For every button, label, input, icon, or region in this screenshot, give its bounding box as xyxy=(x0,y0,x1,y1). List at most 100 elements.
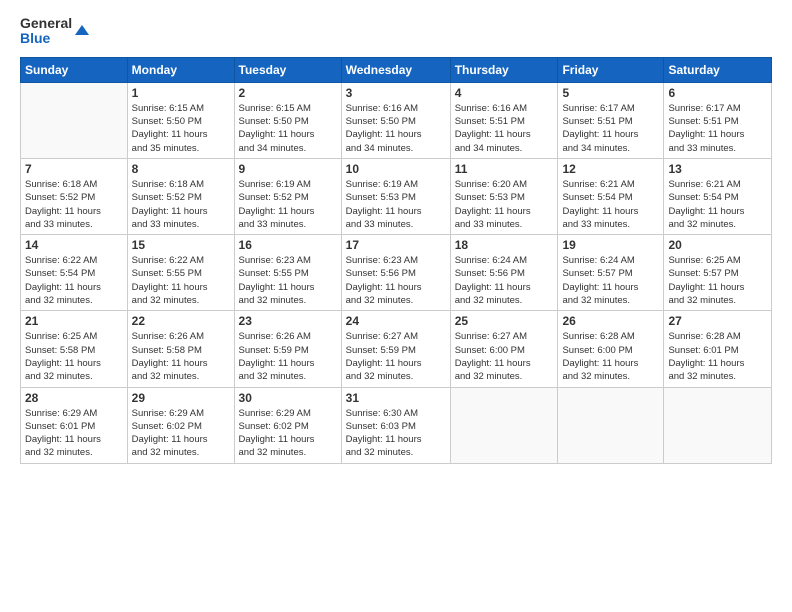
day-number: 24 xyxy=(346,314,446,328)
day-info: Sunrise: 6:19 AM Sunset: 5:52 PM Dayligh… xyxy=(239,178,337,231)
day-number: 1 xyxy=(132,86,230,100)
calendar-cell: 18 Sunrise: 6:24 AM Sunset: 5:56 PM Dayli… xyxy=(450,235,558,311)
calendar-cell: 11Sunrise: 6:20 AM Sunset: 5:53 PM Dayli… xyxy=(450,158,558,234)
calendar-cell: 15 Sunrise: 6:22 AM Sunset: 5:55 PM Dayli… xyxy=(127,235,234,311)
day-number: 28 xyxy=(25,391,123,405)
calendar-cell: 23 Sunrise: 6:26 AM Sunset: 5:59 PM Dayli… xyxy=(234,311,341,387)
calendar-cell: 14Sunrise: 6:22 AM Sunset: 5:54 PM Dayli… xyxy=(21,235,128,311)
logo-blue: Blue xyxy=(20,31,72,46)
day-number: 14 xyxy=(25,238,123,252)
calendar-cell: 13 Sunrise: 6:21 AM Sunset: 5:54 PM Dayli… xyxy=(664,158,772,234)
day-number: 21 xyxy=(25,314,123,328)
day-number: 2 xyxy=(239,86,337,100)
day-number: 27 xyxy=(668,314,767,328)
day-number: 31 xyxy=(346,391,446,405)
calendar-cell: 28 Sunrise: 6:29 AM Sunset: 6:01 PM Dayli… xyxy=(21,387,128,463)
day-info: Sunrise: 6:24 AM Sunset: 5:57 PM Dayligh… xyxy=(562,254,659,307)
calendar-cell: 29 Sunrise: 6:29 AM Sunset: 6:02 PM Dayli… xyxy=(127,387,234,463)
header-sunday: Sunday xyxy=(21,57,128,82)
header-monday: Monday xyxy=(127,57,234,82)
logo-general: General xyxy=(20,16,72,31)
day-info: Sunrise: 6:29 AM Sunset: 6:02 PM Dayligh… xyxy=(239,407,337,460)
day-info: Sunrise: 6:15 AM Sunset: 5:50 PM Dayligh… xyxy=(132,102,230,155)
day-number: 8 xyxy=(132,162,230,176)
day-number: 16 xyxy=(239,238,337,252)
logo: General Blue xyxy=(20,16,72,47)
day-info: Sunrise: 6:28 AM Sunset: 6:01 PM Dayligh… xyxy=(668,330,767,383)
day-number: 25 xyxy=(455,314,554,328)
day-number: 7 xyxy=(25,162,123,176)
day-number: 11 xyxy=(455,162,554,176)
calendar-cell: 25 Sunrise: 6:27 AM Sunset: 6:00 PM Dayli… xyxy=(450,311,558,387)
day-number: 5 xyxy=(562,86,659,100)
day-number: 6 xyxy=(668,86,767,100)
calendar-cell: 6 Sunrise: 6:17 AM Sunset: 5:51 PM Daylig… xyxy=(664,82,772,158)
day-number: 30 xyxy=(239,391,337,405)
header-tuesday: Tuesday xyxy=(234,57,341,82)
calendar-cell: 16 Sunrise: 6:23 AM Sunset: 5:55 PM Dayli… xyxy=(234,235,341,311)
calendar-cell: 8 Sunrise: 6:18 AM Sunset: 5:52 PM Daylig… xyxy=(127,158,234,234)
week-row-1: 1 Sunrise: 6:15 AM Sunset: 5:50 PM Daylig… xyxy=(21,82,772,158)
day-info: Sunrise: 6:29 AM Sunset: 6:01 PM Dayligh… xyxy=(25,407,123,460)
calendar-cell xyxy=(558,387,664,463)
header-saturday: Saturday xyxy=(664,57,772,82)
day-info: Sunrise: 6:26 AM Sunset: 5:59 PM Dayligh… xyxy=(239,330,337,383)
day-info: Sunrise: 6:19 AM Sunset: 5:53 PM Dayligh… xyxy=(346,178,446,231)
day-info: Sunrise: 6:18 AM Sunset: 5:52 PM Dayligh… xyxy=(132,178,230,231)
calendar-cell: 24 Sunrise: 6:27 AM Sunset: 5:59 PM Dayli… xyxy=(341,311,450,387)
day-info: Sunrise: 6:24 AM Sunset: 5:56 PM Dayligh… xyxy=(455,254,554,307)
day-info: Sunrise: 6:23 AM Sunset: 5:56 PM Dayligh… xyxy=(346,254,446,307)
day-info: Sunrise: 6:30 AM Sunset: 6:03 PM Dayligh… xyxy=(346,407,446,460)
day-number: 15 xyxy=(132,238,230,252)
page: General Blue SundayMondayTuesdayWednesda… xyxy=(0,0,792,612)
day-number: 12 xyxy=(562,162,659,176)
day-number: 3 xyxy=(346,86,446,100)
day-info: Sunrise: 6:22 AM Sunset: 5:55 PM Dayligh… xyxy=(132,254,230,307)
calendar-cell: 31 Sunrise: 6:30 AM Sunset: 6:03 PM Dayli… xyxy=(341,387,450,463)
calendar-cell: 1 Sunrise: 6:15 AM Sunset: 5:50 PM Daylig… xyxy=(127,82,234,158)
calendar-cell: 7 Sunrise: 6:18 AM Sunset: 5:52 PM Daylig… xyxy=(21,158,128,234)
day-number: 13 xyxy=(668,162,767,176)
day-info: Sunrise: 6:21 AM Sunset: 5:54 PM Dayligh… xyxy=(668,178,767,231)
calendar-cell: 5 Sunrise: 6:17 AM Sunset: 5:51 PM Daylig… xyxy=(558,82,664,158)
calendar-cell: 10 Sunrise: 6:19 AM Sunset: 5:53 PM Dayli… xyxy=(341,158,450,234)
day-number: 23 xyxy=(239,314,337,328)
calendar-cell: 30 Sunrise: 6:29 AM Sunset: 6:02 PM Dayli… xyxy=(234,387,341,463)
day-number: 26 xyxy=(562,314,659,328)
day-info: Sunrise: 6:27 AM Sunset: 6:00 PM Dayligh… xyxy=(455,330,554,383)
calendar-cell: 4Sunrise: 6:16 AM Sunset: 5:51 PM Daylig… xyxy=(450,82,558,158)
header: General Blue xyxy=(20,16,772,47)
day-info: Sunrise: 6:27 AM Sunset: 5:59 PM Dayligh… xyxy=(346,330,446,383)
calendar-cell xyxy=(450,387,558,463)
day-number: 9 xyxy=(239,162,337,176)
day-info: Sunrise: 6:16 AM Sunset: 5:51 PM Dayligh… xyxy=(455,102,554,155)
calendar-cell: 19Sunrise: 6:24 AM Sunset: 5:57 PM Dayli… xyxy=(558,235,664,311)
calendar-cell: 12 Sunrise: 6:21 AM Sunset: 5:54 PM Dayli… xyxy=(558,158,664,234)
calendar-cell: 17 Sunrise: 6:23 AM Sunset: 5:56 PM Dayli… xyxy=(341,235,450,311)
day-info: Sunrise: 6:25 AM Sunset: 5:57 PM Dayligh… xyxy=(668,254,767,307)
calendar-cell: 9 Sunrise: 6:19 AM Sunset: 5:52 PM Daylig… xyxy=(234,158,341,234)
day-info: Sunrise: 6:29 AM Sunset: 6:02 PM Dayligh… xyxy=(132,407,230,460)
calendar-cell: 21Sunrise: 6:25 AM Sunset: 5:58 PM Dayli… xyxy=(21,311,128,387)
day-number: 20 xyxy=(668,238,767,252)
day-info: Sunrise: 6:16 AM Sunset: 5:50 PM Dayligh… xyxy=(346,102,446,155)
day-info: Sunrise: 6:18 AM Sunset: 5:52 PM Dayligh… xyxy=(25,178,123,231)
header-wednesday: Wednesday xyxy=(341,57,450,82)
week-row-2: 7 Sunrise: 6:18 AM Sunset: 5:52 PM Daylig… xyxy=(21,158,772,234)
day-number: 29 xyxy=(132,391,230,405)
calendar-cell: 27 Sunrise: 6:28 AM Sunset: 6:01 PM Dayli… xyxy=(664,311,772,387)
day-number: 18 xyxy=(455,238,554,252)
calendar-cell: 2Sunrise: 6:15 AM Sunset: 5:50 PM Daylig… xyxy=(234,82,341,158)
day-number: 17 xyxy=(346,238,446,252)
day-info: Sunrise: 6:17 AM Sunset: 5:51 PM Dayligh… xyxy=(668,102,767,155)
header-thursday: Thursday xyxy=(450,57,558,82)
day-number: 10 xyxy=(346,162,446,176)
week-row-4: 21Sunrise: 6:25 AM Sunset: 5:58 PM Dayli… xyxy=(21,311,772,387)
day-info: Sunrise: 6:26 AM Sunset: 5:58 PM Dayligh… xyxy=(132,330,230,383)
day-info: Sunrise: 6:23 AM Sunset: 5:55 PM Dayligh… xyxy=(239,254,337,307)
day-info: Sunrise: 6:21 AM Sunset: 5:54 PM Dayligh… xyxy=(562,178,659,231)
day-info: Sunrise: 6:17 AM Sunset: 5:51 PM Dayligh… xyxy=(562,102,659,155)
calendar-cell xyxy=(664,387,772,463)
header-friday: Friday xyxy=(558,57,664,82)
calendar-header-row: SundayMondayTuesdayWednesdayThursdayFrid… xyxy=(21,57,772,82)
